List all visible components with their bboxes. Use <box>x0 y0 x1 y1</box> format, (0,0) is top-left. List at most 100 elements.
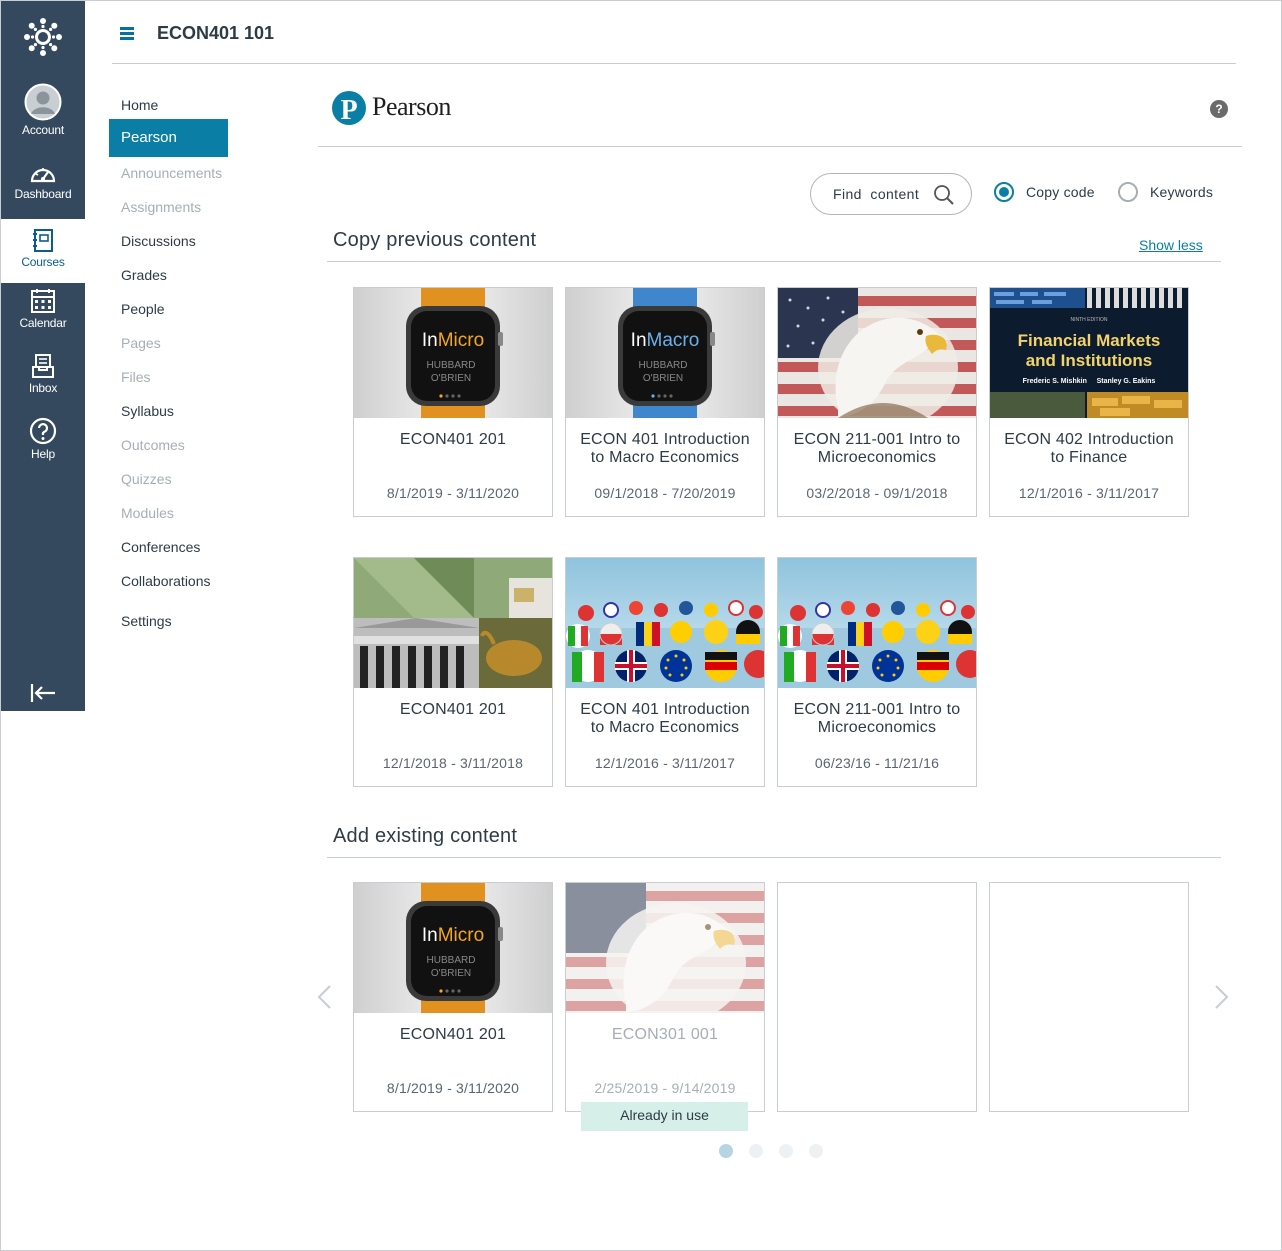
course-card-in-use: ECON301 001 2/25/2019 - 9/14/2019 <box>565 882 765 1112</box>
course-nav-grades[interactable]: Grades <box>109 256 228 294</box>
pearson-help-icon[interactable]: ? <box>1210 100 1228 118</box>
search-icon <box>934 185 954 205</box>
pearson-wordmark: Pearson <box>372 92 451 121</box>
course-card[interactable]: ECON401 201 12/1/2018 - 3/11/2018 <box>353 557 553 787</box>
page-dot-1[interactable] <box>719 1144 733 1158</box>
global-nav-label: Inbox <box>28 381 58 395</box>
global-nav-account[interactable]: Account <box>1 83 85 147</box>
course-card-title: ECON 401 Introduction to Macro Economics <box>580 431 750 466</box>
empty-card-slot <box>777 882 977 1112</box>
pearson-logo-icon: P <box>332 91 366 126</box>
course-card-title: ECON301 001 <box>611 1026 719 1043</box>
course-card-dates: 09/1/2018 - 7/20/2019 <box>594 485 736 501</box>
svg-text:Frederic S. Mishkin Stanle: Frederic S. Mishkin Stanley G. Eakins <box>1023 378 1156 385</box>
course-card[interactable]: InMicro HUBBARD O'BRIEN ECON401 201 8/1/… <box>353 882 553 1112</box>
course-card-dates: 12/1/2016 - 3/11/2017 <box>594 755 736 771</box>
copy-code-radio[interactable] <box>994 182 1014 202</box>
course-card-title: ECON 211-001 Intro to Microeconomics <box>793 431 961 466</box>
course-nav-modules: Modules <box>121 505 174 521</box>
courses-icon <box>33 229 53 252</box>
add-existing-title: Add existing content <box>333 825 518 847</box>
hamburger-menu-icon[interactable] <box>120 27 134 40</box>
course-card-title: ECON 402 Introduction to Finance <box>1004 431 1174 466</box>
course-card[interactable]: ECON 211-001 Intro to Microeconomics 06/… <box>777 557 977 787</box>
course-card[interactable]: NINTH EDITION Financial Markets and Inst… <box>989 287 1189 517</box>
cover-image <box>778 288 976 418</box>
empty-card-slot <box>989 882 1189 1112</box>
course-card-dates: 03/2/2018 - 09/1/2018 <box>806 485 948 501</box>
svg-text:HUBBARD: HUBBARD <box>639 360 688 371</box>
svg-text:P: P <box>340 95 357 126</box>
course-nav-conferences[interactable]: Conferences <box>109 528 228 566</box>
global-nav-label: Courses <box>21 255 65 269</box>
svg-text:InMacro: InMacro <box>631 330 700 351</box>
svg-text:and Institutions: and Institutions <box>1026 351 1153 370</box>
cover-image: InMicro HUBBARD O'BRIEN <box>354 288 552 418</box>
course-nav-syllabus[interactable]: Syllabus <box>109 392 228 430</box>
cover-image <box>566 883 764 1013</box>
chevron-right-icon[interactable] <box>1214 984 1230 1010</box>
header-divider <box>112 63 1236 64</box>
dashboard-icon <box>30 168 56 183</box>
inbox-icon <box>32 354 54 378</box>
course-card-dates: 12/1/2018 - 3/11/2018 <box>382 755 524 771</box>
course-card[interactable]: InMicro HUBBARD O'BRIEN ECON401 201 8/1/… <box>353 287 553 517</box>
keywords-label[interactable]: Keywords <box>1150 184 1213 200</box>
course-nav-settings[interactable]: Settings <box>109 602 228 640</box>
global-nav-label: Calendar <box>19 316 67 330</box>
course-card-dates: 06/23/16 - 11/21/16 <box>814 755 940 771</box>
copy-code-label[interactable]: Copy code <box>1026 184 1095 200</box>
global-nav-calendar[interactable]: Calendar <box>1 288 85 352</box>
course-card[interactable]: InMacro HUBBARD O'BRIEN ECON 401 Introdu… <box>565 287 765 517</box>
course-nav-discussions[interactable]: Discussions <box>109 222 228 260</box>
course-card-title: ECON 401 Introduction to Macro Economics <box>580 701 750 736</box>
global-nav-label: Dashboard <box>14 187 72 201</box>
svg-text:O'BRIEN: O'BRIEN <box>643 373 683 384</box>
avatar-icon <box>24 83 62 121</box>
course-card-dates: 2/25/2019 - 9/14/2019 <box>594 1080 736 1096</box>
svg-text:InMicro: InMicro <box>422 925 484 946</box>
find-content-button[interactable]: Find content <box>810 173 972 215</box>
cover-image: NINTH EDITION Financial Markets and Inst… <box>990 288 1188 418</box>
cover-image <box>778 558 976 688</box>
course-card[interactable]: ECON 401 Introduction to Macro Economics… <box>565 557 765 787</box>
course-nav-pages: Pages <box>121 335 161 351</box>
canvas-logo-icon[interactable] <box>23 17 63 57</box>
course-nav-files: Files <box>121 369 151 385</box>
course-card[interactable]: ECON 211-001 Intro to Microeconomics 03/… <box>777 287 977 517</box>
course-title[interactable]: ECON401 101 <box>157 23 274 44</box>
pearson-divider <box>318 146 1242 147</box>
show-less-link[interactable]: Show less <box>1139 237 1203 253</box>
course-nav-outcomes: Outcomes <box>121 437 185 453</box>
global-nav-help[interactable]: Help <box>1 417 85 481</box>
course-card-title: ECON401 201 <box>399 701 507 718</box>
svg-text:InMicro: InMicro <box>422 330 484 351</box>
cover-image: InMicro HUBBARD O'BRIEN <box>354 883 552 1013</box>
page-dot-4[interactable] <box>809 1144 823 1158</box>
course-nav-collaborations[interactable]: Collaborations <box>109 562 228 600</box>
collapse-nav-icon[interactable] <box>29 681 57 705</box>
page-dot-3[interactable] <box>779 1144 793 1158</box>
chevron-left-icon[interactable] <box>316 984 332 1010</box>
copy-previous-title: Copy previous content <box>333 229 537 251</box>
svg-text:O'BRIEN: O'BRIEN <box>431 968 471 979</box>
course-nav-people[interactable]: People <box>109 290 228 328</box>
calendar-icon <box>31 289 55 313</box>
course-nav-pearson[interactable]: Pearson <box>109 119 228 157</box>
keywords-radio[interactable] <box>1118 182 1138 202</box>
page-dot-2[interactable] <box>749 1144 763 1158</box>
global-nav-dashboard[interactable]: Dashboard <box>1 161 85 225</box>
global-nav-courses[interactable]: Courses <box>1 219 85 283</box>
global-nav-label: Help <box>31 447 55 461</box>
cover-image: InMacro HUBBARD O'BRIEN <box>566 288 764 418</box>
svg-text:Financial Markets: Financial Markets <box>1018 331 1161 350</box>
svg-text:O'BRIEN: O'BRIEN <box>431 373 471 384</box>
global-nav-inbox[interactable]: Inbox <box>1 353 85 417</box>
course-card-dates: 12/1/2016 - 3/11/2017 <box>1018 485 1160 501</box>
help-icon <box>29 417 57 445</box>
course-nav-announcements: Announcements <box>121 165 223 181</box>
add-existing-divider <box>327 857 1221 858</box>
course-card-title: ECON 211-001 Intro to Microeconomics <box>793 701 961 736</box>
cover-image <box>354 558 552 688</box>
course-card-title: ECON401 201 <box>399 431 507 448</box>
